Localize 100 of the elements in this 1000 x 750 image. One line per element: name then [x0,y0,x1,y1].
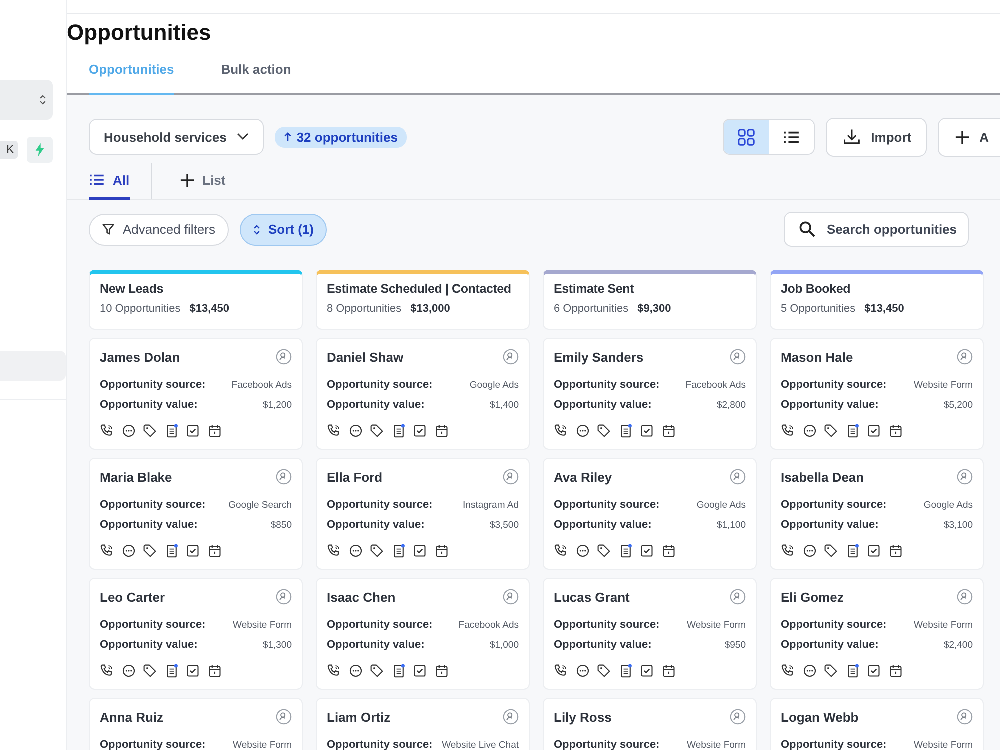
phone-icon[interactable] [781,664,795,678]
notes-icon[interactable] [392,544,406,558]
notes-icon[interactable] [164,664,178,678]
tag-icon[interactable] [824,424,838,438]
opportunity-card[interactable]: Daniel Shaw Opportunity source: Google Ads Opportunity value: $1,400 [316,338,530,450]
phone-icon[interactable] [554,424,568,438]
task-checkbox-icon[interactable] [413,544,427,558]
contact-name: James Dolan [100,350,180,364]
add-button[interactable]: A [938,118,1000,156]
calendar-icon[interactable] [208,424,222,438]
opportunity-card[interactable]: Isaac Chen Opportunity source: Facebook Ads Opportunity value: $1,000 [316,578,530,690]
calendar-icon[interactable] [888,664,902,678]
task-checkbox-icon[interactable] [413,664,427,678]
opportunity-card[interactable]: Lily Ross Opportunity source: Website Form [543,698,757,750]
notes-icon[interactable] [618,664,632,678]
phone-icon[interactable] [100,664,114,678]
notes-icon[interactable] [618,544,632,558]
opportunity-card[interactable]: Maria Blake Opportunity source: Google Search Opportunity value: $850 [89,458,303,570]
list-tab[interactable]: All [89,163,130,200]
list-tab[interactable]: List [180,163,226,200]
filter-button[interactable]: Advanced filters [89,214,228,246]
opportunity-card[interactable]: Ava Riley Opportunity source: Google Ads Opportunity value: $1,100 [543,458,757,570]
task-checkbox-icon[interactable] [867,664,881,678]
chat-icon[interactable] [348,544,362,558]
phone-icon[interactable] [327,664,341,678]
tag-icon[interactable] [597,664,611,678]
calendar-icon[interactable] [662,424,676,438]
task-checkbox-icon[interactable] [186,544,200,558]
import-button[interactable]: Import [826,118,927,156]
phone-icon[interactable] [100,544,114,558]
opportunity-card[interactable]: Liam Ortiz Opportunity source: Website Live Chat [316,698,530,750]
tag-icon[interactable] [143,424,157,438]
task-checkbox-icon[interactable] [640,664,654,678]
task-checkbox-icon[interactable] [186,664,200,678]
chat-icon[interactable] [802,664,816,678]
tag-icon[interactable] [143,664,157,678]
notes-icon[interactable] [846,424,860,438]
tag-icon[interactable] [370,424,384,438]
chat-icon[interactable] [122,544,136,558]
view-toggle[interactable] [724,120,770,154]
chat-icon[interactable] [802,544,816,558]
chat-icon[interactable] [576,544,590,558]
phone-icon[interactable] [554,544,568,558]
chat-icon[interactable] [802,424,816,438]
tag-icon[interactable] [370,664,384,678]
tag-icon[interactable] [370,544,384,558]
opportunity-card[interactable]: Logan Webb Opportunity source: Website Form [770,698,984,750]
task-checkbox-icon[interactable] [640,544,654,558]
opportunity-card[interactable]: Anna Ruiz Opportunity source: Website Form [89,698,303,750]
tag-icon[interactable] [824,664,838,678]
sort-button[interactable]: Sort (1) [240,214,327,246]
calendar-icon[interactable] [662,544,676,558]
notes-icon[interactable] [846,664,860,678]
search-field[interactable]: Search opportunities [784,212,969,247]
notes-icon[interactable] [846,544,860,558]
phone-icon[interactable] [781,424,795,438]
pipeline-dropdown[interactable]: Household services [89,119,264,155]
chat-icon[interactable] [576,664,590,678]
opportunity-card[interactable]: Eli Gomez Opportunity source: Website Form Opportunity value: $2,400 [770,578,984,690]
tag-icon[interactable] [824,544,838,558]
task-checkbox-icon[interactable] [186,424,200,438]
calendar-icon[interactable] [434,544,448,558]
opportunity-card[interactable]: Mason Hale Opportunity source: Website Form Opportunity value: $5,200 [770,338,984,450]
task-checkbox-icon[interactable] [867,424,881,438]
opportunity-card[interactable]: Ella Ford Opportunity source: Instagram Ad Opportunity value: $3,500 [316,458,530,570]
chat-icon[interactable] [576,424,590,438]
phone-icon[interactable] [781,544,795,558]
calendar-icon[interactable] [208,544,222,558]
task-checkbox-icon[interactable] [867,544,881,558]
calendar-icon[interactable] [208,664,222,678]
chat-icon[interactable] [122,664,136,678]
notes-icon[interactable] [618,424,632,438]
calendar-icon[interactable] [888,424,902,438]
tag-icon[interactable] [597,544,611,558]
opportunity-card[interactable]: Leo Carter Opportunity source: Website Form Opportunity value: $1,300 [89,578,303,690]
task-checkbox-icon[interactable] [640,424,654,438]
notes-icon[interactable] [164,544,178,558]
calendar-icon[interactable] [434,424,448,438]
notes-icon[interactable] [164,424,178,438]
tag-icon[interactable] [597,424,611,438]
tag-icon[interactable] [143,544,157,558]
opportunity-card[interactable]: Isabella Dean Opportunity source: Google Ads Opportunity value: $3,100 [770,458,984,570]
notes-icon[interactable] [392,424,406,438]
calendar-icon[interactable] [434,664,448,678]
task-checkbox-icon[interactable] [413,424,427,438]
opportunity-card[interactable]: Emily Sanders Opportunity source: Facebook Ads Opportunity value: $2,800 [543,338,757,450]
phone-icon[interactable] [554,664,568,678]
chat-icon[interactable] [348,424,362,438]
tab[interactable]: Bulk action [221,54,292,95]
chat-icon[interactable] [122,424,136,438]
opportunity-card[interactable]: Lucas Grant Opportunity source: Website Form Opportunity value: $950 [543,578,757,690]
opportunity-card[interactable]: James Dolan Opportunity source: Facebook Ads Opportunity value: $1,200 [89,338,303,450]
calendar-icon[interactable] [888,544,902,558]
chat-icon[interactable] [348,664,362,678]
notes-icon[interactable] [392,664,406,678]
calendar-icon[interactable] [662,664,676,678]
phone-icon[interactable] [327,544,341,558]
phone-icon[interactable] [327,424,341,438]
user-avatar-icon [503,709,519,725]
phone-icon[interactable] [100,424,114,438]
